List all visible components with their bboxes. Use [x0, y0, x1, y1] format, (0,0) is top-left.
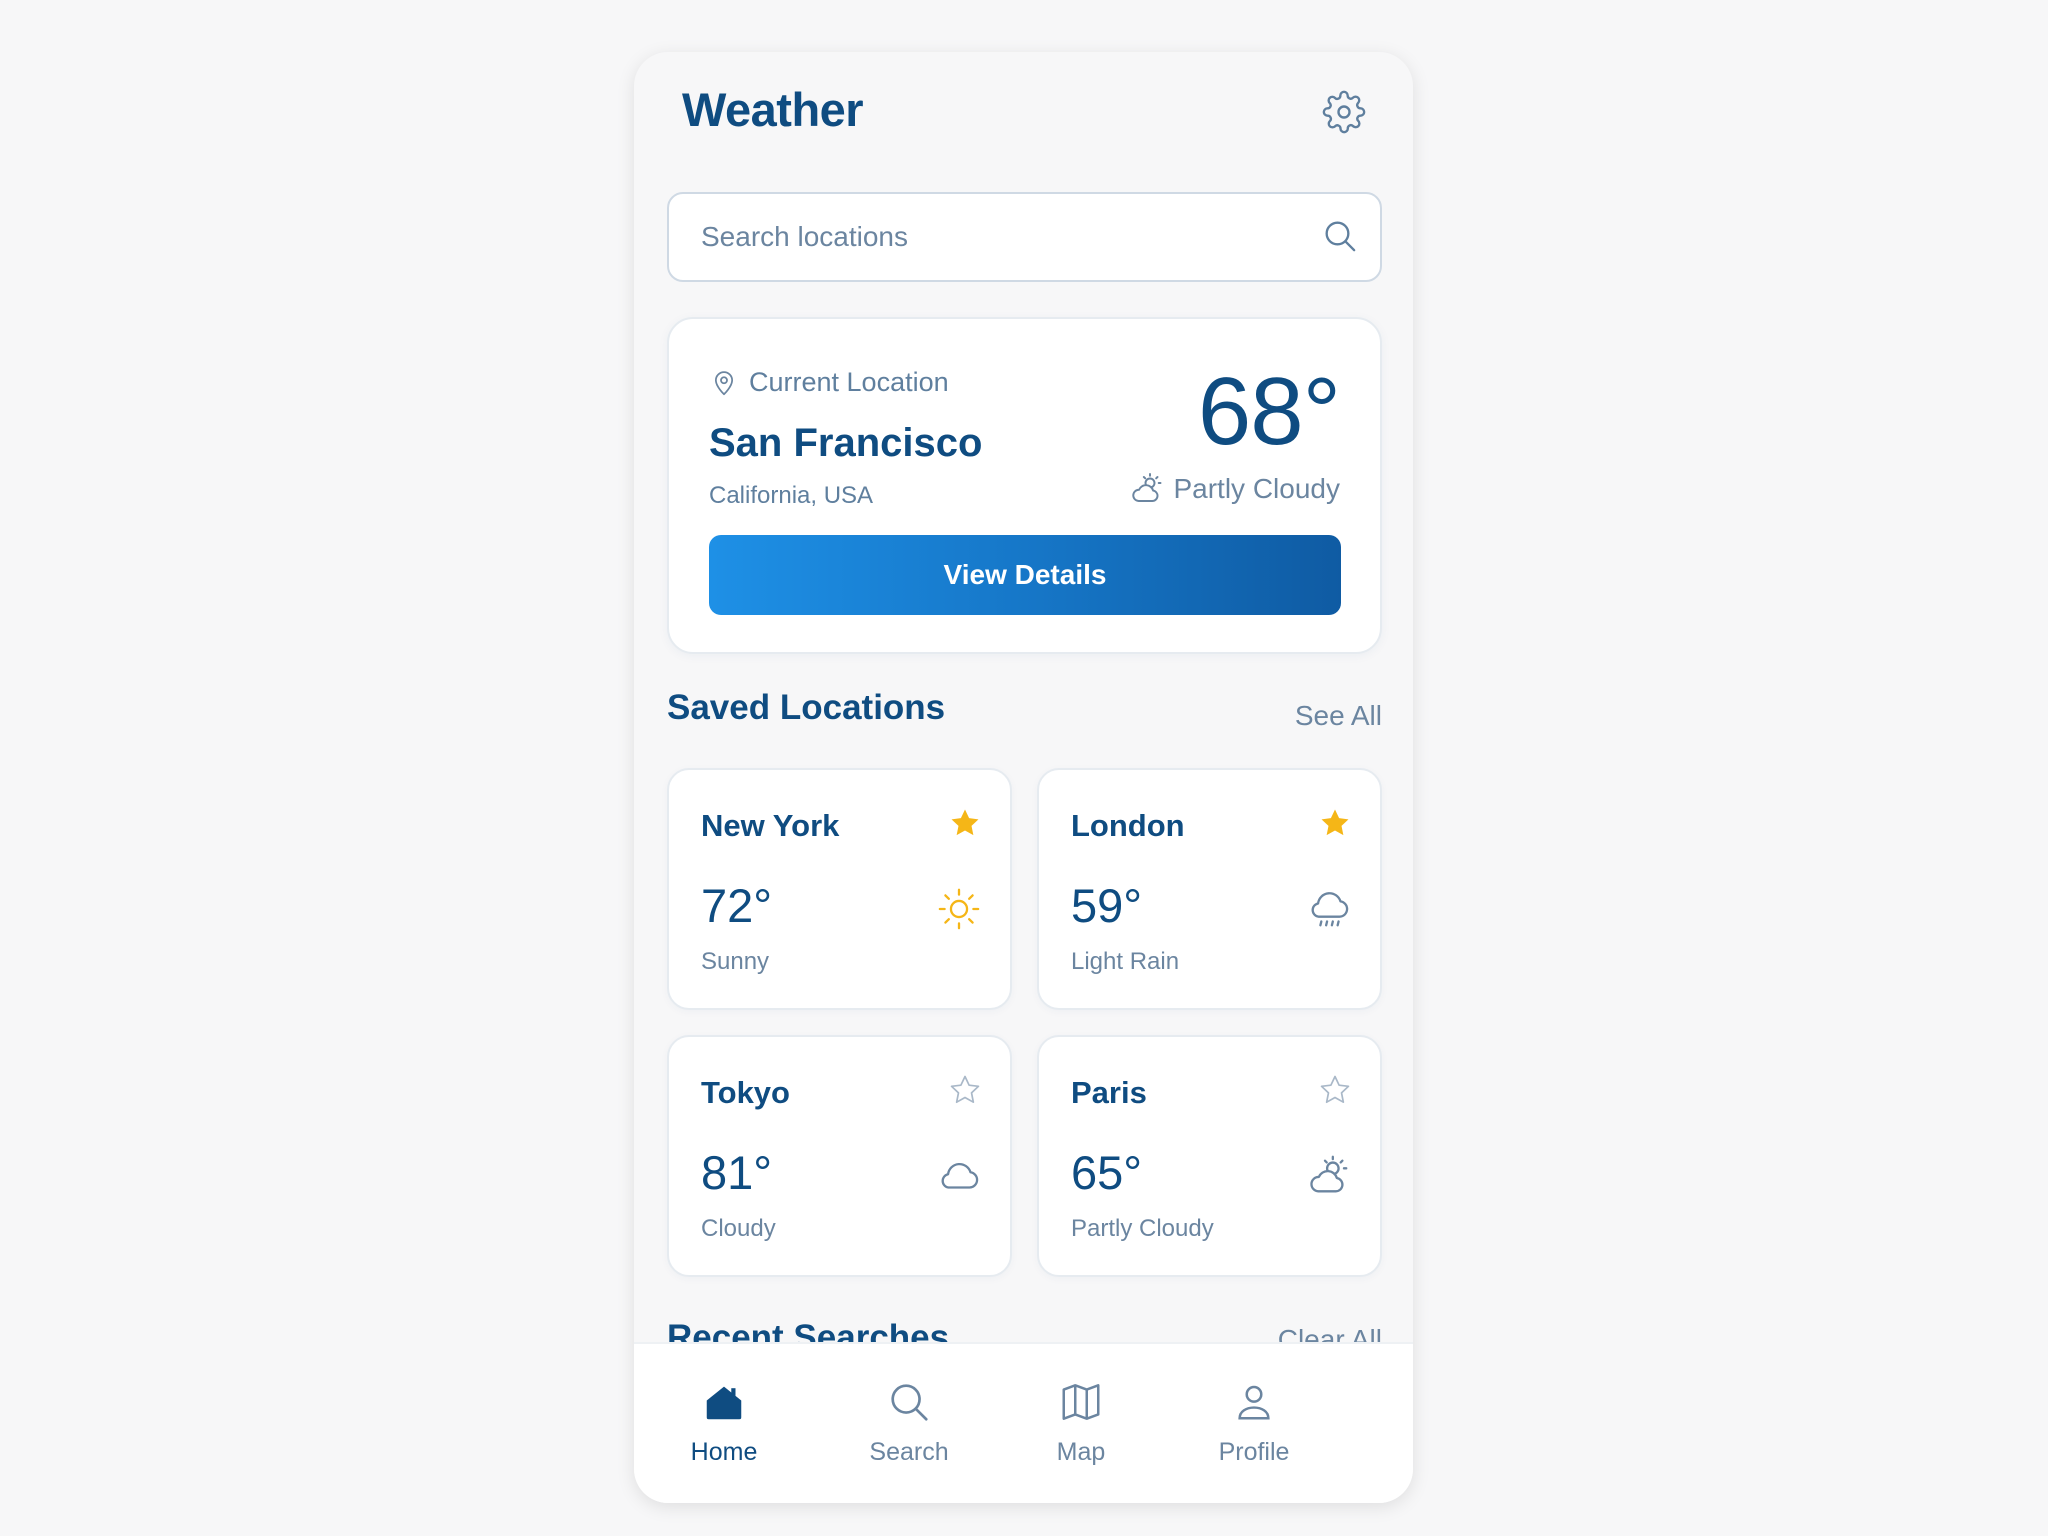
app-title: Weather: [682, 83, 864, 136]
search-icon: [885, 1378, 933, 1426]
current-condition-row: Partly Cloudy: [1129, 471, 1340, 507]
bottom-nav: Home Search Map Profile: [634, 1342, 1413, 1503]
current-condition: Partly Cloudy: [1173, 473, 1340, 504]
profile-icon: [1230, 1378, 1278, 1426]
nav-profile-label: Profile: [1218, 1438, 1290, 1466]
saved-location-condition: Partly Cloudy: [1071, 1215, 1214, 1242]
star-outline-icon: [1320, 1075, 1350, 1104]
saved-location-card-london[interactable]: London 59° Light Rain: [1037, 768, 1382, 1010]
view-details-button[interactable]: View Details: [709, 535, 1341, 615]
search-icon: [1325, 221, 1356, 252]
current-temperature: 68°: [1197, 358, 1341, 465]
cloud-icon: [941, 1162, 979, 1189]
saved-location-card-new-york[interactable]: New York 72° Sunny: [667, 768, 1012, 1010]
favorite-toggle[interactable]: [1318, 806, 1352, 840]
saved-location-condition: Light Rain: [1071, 948, 1180, 975]
saved-location-city: Tokyo: [701, 1075, 790, 1110]
saved-location-temp: 81°: [701, 1146, 773, 1199]
nav-home[interactable]: Home: [659, 1378, 789, 1478]
see-all-link[interactable]: See All: [1295, 700, 1382, 732]
map-icon: [1057, 1378, 1105, 1426]
search-input[interactable]: [669, 194, 1309, 280]
saved-location-city: London: [1071, 808, 1185, 843]
nav-profile[interactable]: Profile: [1189, 1378, 1319, 1478]
star-filled-icon: [951, 809, 979, 836]
nav-map-label: Map: [1056, 1438, 1106, 1466]
partly-cloudy-icon: [1310, 1155, 1348, 1193]
settings-button[interactable]: [1320, 88, 1368, 136]
star-outline-icon: [950, 1075, 980, 1104]
partly-cloudy-icon: [1132, 473, 1162, 502]
saved-location-temp: 65°: [1071, 1146, 1143, 1199]
recent-searches-title: Recent Searches: [667, 1318, 950, 1342]
nav-home-label: Home: [690, 1438, 758, 1466]
location-pin-icon: [715, 370, 733, 395]
nav-map[interactable]: Map: [1016, 1378, 1146, 1478]
saved-location-card-paris[interactable]: Paris 65° Partly Cloudy: [1037, 1035, 1382, 1277]
current-city-name: San Francisco: [709, 421, 983, 465]
app-window: Weather Current Location: [634, 52, 1413, 1503]
saved-location-temp: 72°: [701, 879, 773, 932]
saved-location-city: Paris: [1071, 1075, 1147, 1110]
favorite-toggle[interactable]: [948, 1073, 982, 1107]
saved-location-temp: 59°: [1071, 879, 1143, 932]
favorite-toggle[interactable]: [948, 806, 982, 840]
current-region: California, USA: [709, 482, 874, 509]
main-scroll-area[interactable]: Weather Current Location: [634, 52, 1413, 1342]
saved-location-card-tokyo[interactable]: Tokyo 81° Cloudy: [667, 1035, 1012, 1277]
rain-icon: [1311, 892, 1349, 927]
saved-locations-title: Saved Locations: [667, 688, 946, 727]
star-filled-icon: [1321, 809, 1349, 836]
current-location-label-row: Current Location: [709, 367, 949, 398]
home-icon: [700, 1378, 748, 1426]
nav-search-label: Search: [869, 1438, 949, 1466]
gear-icon: [1322, 90, 1366, 134]
clear-all-link[interactable]: Clear All: [1278, 1324, 1382, 1342]
saved-location-condition: Cloudy: [701, 1215, 776, 1242]
current-location-label: Current Location: [749, 367, 949, 397]
current-location-card: Current Location San Francisco Californi…: [667, 317, 1382, 654]
search-bar: [667, 192, 1382, 282]
search-submit-button[interactable]: [1320, 216, 1360, 256]
favorite-toggle[interactable]: [1318, 1073, 1352, 1107]
sun-icon: [938, 888, 980, 930]
nav-search[interactable]: Search: [844, 1378, 974, 1478]
saved-location-condition: Sunny: [701, 948, 770, 975]
saved-location-city: New York: [701, 808, 840, 843]
